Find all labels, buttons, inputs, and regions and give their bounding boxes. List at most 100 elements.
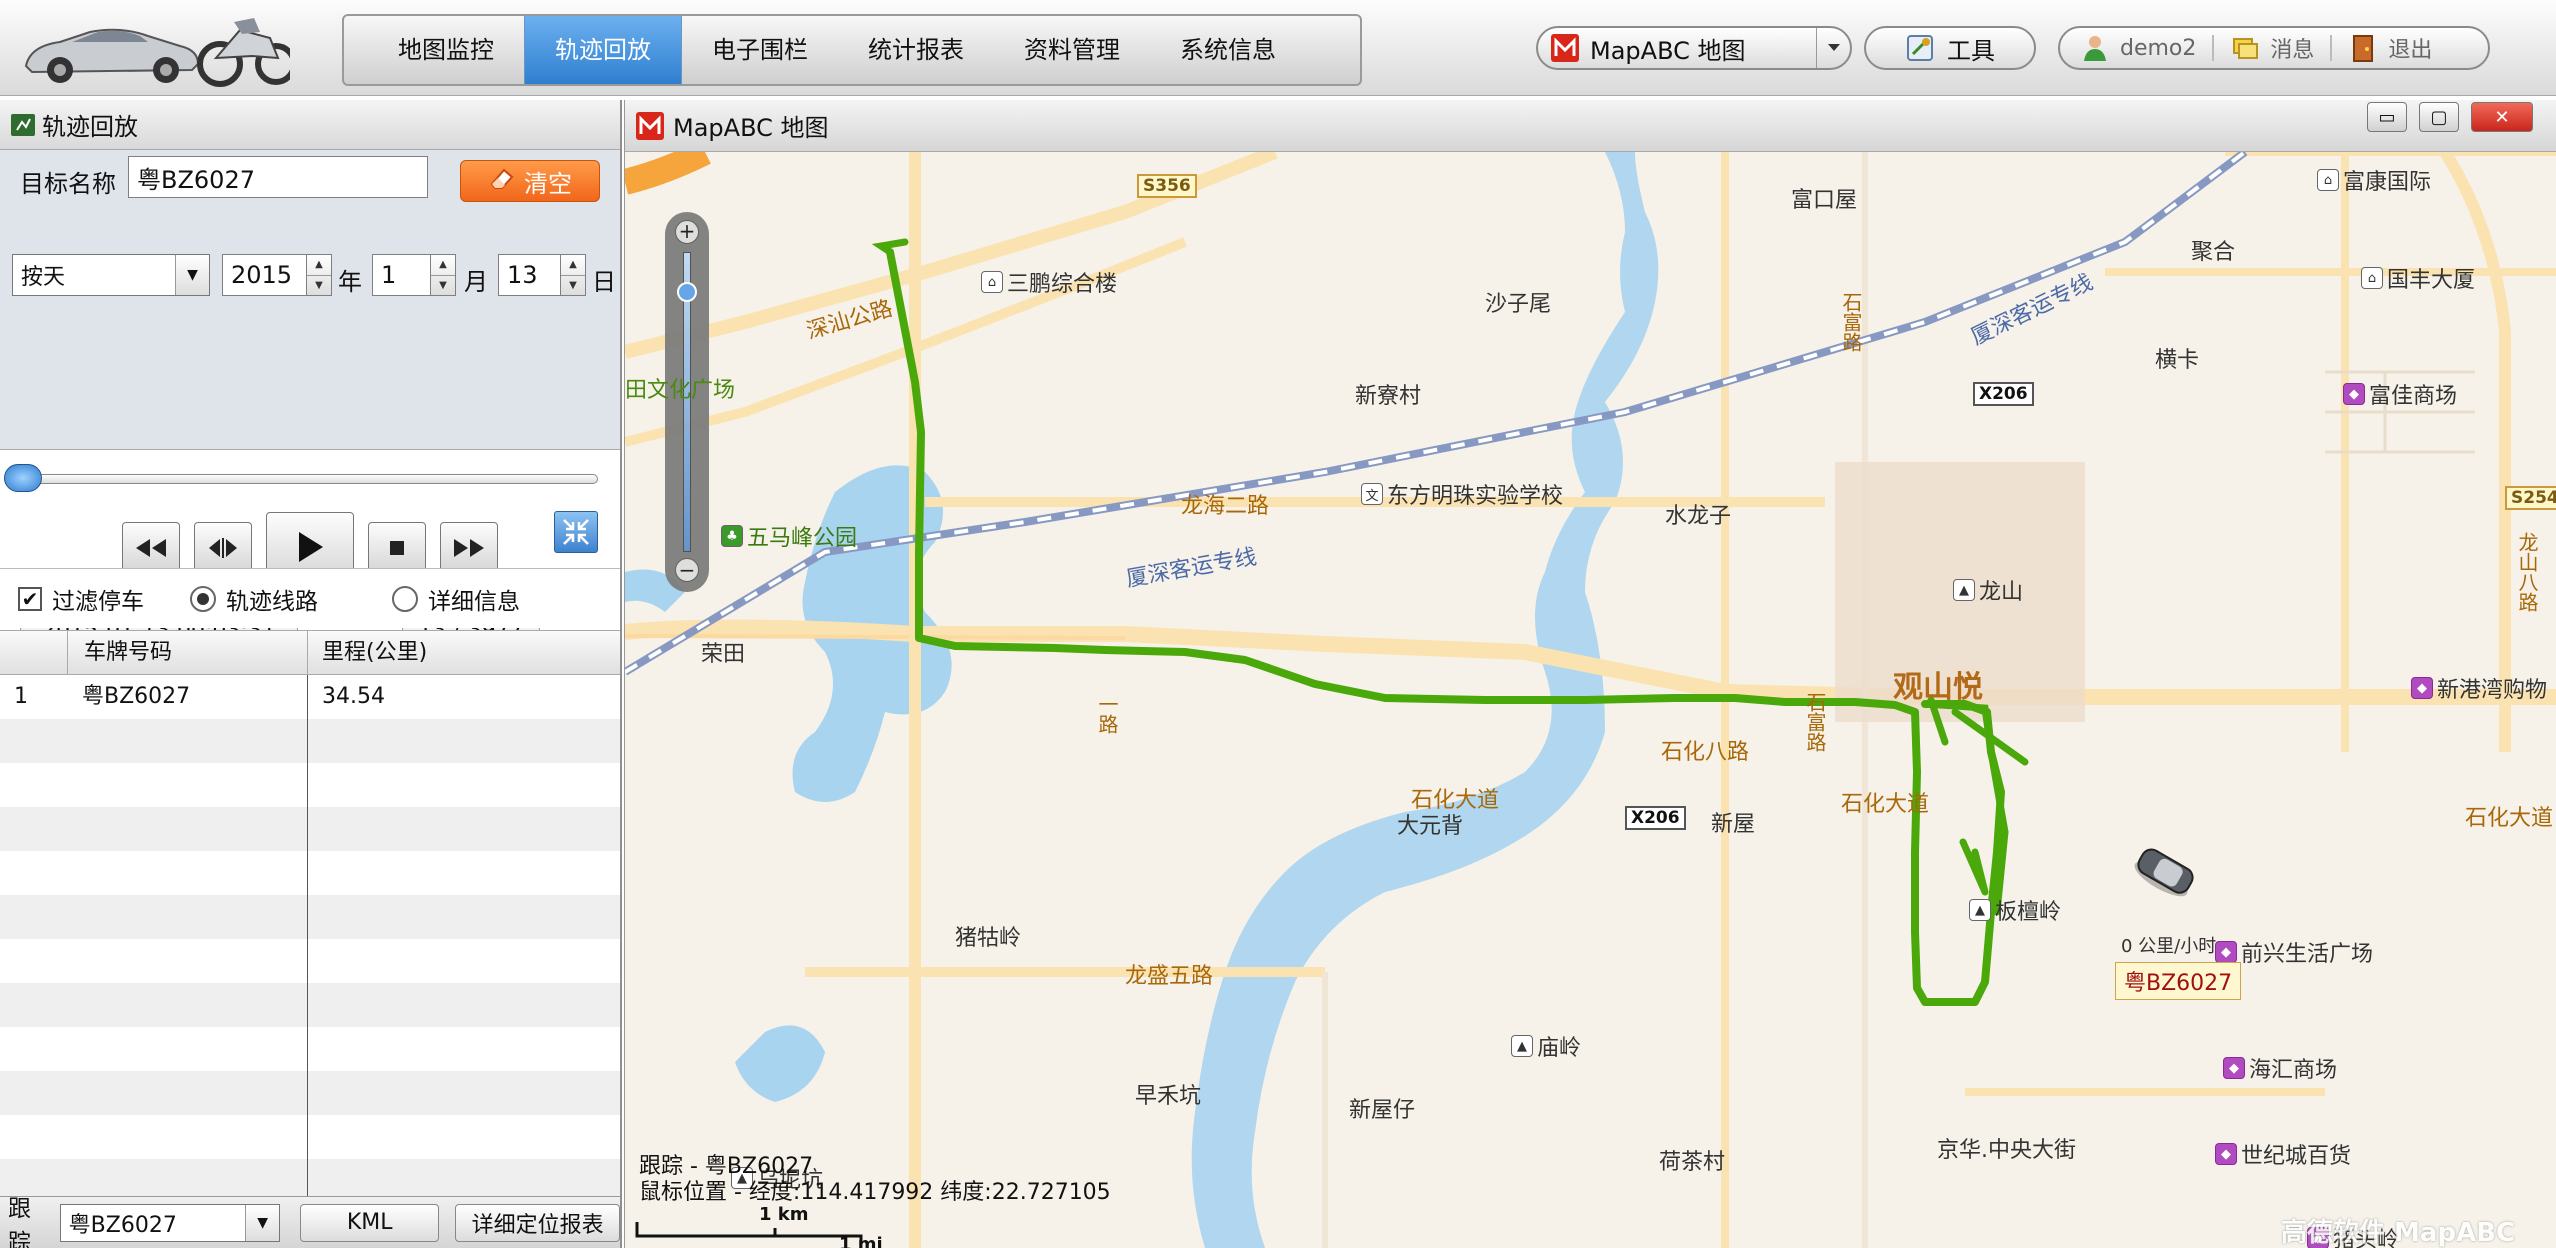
play-icon xyxy=(299,532,323,562)
chevron-down-icon[interactable] xyxy=(1816,28,1850,68)
chevron-down-icon[interactable]: ▼ xyxy=(175,255,209,295)
step-button[interactable] xyxy=(194,522,252,574)
messages-link[interactable]: 消息 xyxy=(2270,32,2314,64)
panel-footer: 跟踪 粤BZ6027 ▼ KML 详细定位报表 xyxy=(0,1196,620,1248)
vehicle-marker-icon[interactable] xyxy=(2130,845,2198,903)
month-spinner[interactable]: 1 ▲ ▼ xyxy=(372,254,456,296)
nav-system-info[interactable]: 系统信息 xyxy=(1150,16,1306,84)
playback-panel: 轨迹回放 目标名称 粤BZ6027 按天 ▼ 2015 ▲ ▼ 年 1 ▲ ▼ 月 … xyxy=(0,100,622,1248)
poi-mountain-icon: ▲ xyxy=(1953,579,1975,601)
year-value[interactable]: 2015 xyxy=(222,254,306,296)
spin-down-icon[interactable]: ▼ xyxy=(561,274,585,296)
map-label-place: 新屋 xyxy=(1711,812,1756,837)
spin-down-icon[interactable]: ▼ xyxy=(431,274,455,296)
map-poi[interactable]: ⌂ 国丰大厦 xyxy=(2361,262,2475,294)
poi-shopping-icon: ◆ xyxy=(2411,677,2433,699)
logout-link[interactable]: 退出 xyxy=(2388,32,2432,64)
zoom-in-icon[interactable]: + xyxy=(675,220,699,244)
vehicle-table: 车牌号码 里程(公里) 1 粤BZ6027 34.54 xyxy=(0,630,620,1248)
close-icon: ✕ xyxy=(2494,106,2510,128)
spin-up-icon[interactable]: ▲ xyxy=(307,255,331,275)
view-detail-label: 详细信息 xyxy=(428,588,520,615)
map-poi[interactable]: ▲ 龙山 xyxy=(1953,574,2023,606)
map-canvas[interactable]: + − 富口屋 沙子尾 新寮村 深汕公路 龙海二路 厦深客运专线 厦深客运专线 … xyxy=(625,152,2556,1248)
target-name-input[interactable]: 粤BZ6027 xyxy=(128,156,428,198)
scale-bar: 1 km 1 mi xyxy=(635,1204,895,1248)
map-poi[interactable]: ⌂ 富康国际 xyxy=(2317,164,2431,196)
table-row-empty xyxy=(0,763,620,807)
map-poi[interactable]: ◆ 世纪城百货 xyxy=(2215,1138,2351,1170)
zoom-slider-thumb[interactable] xyxy=(677,282,697,302)
map-label-place: 田文化广场 xyxy=(625,378,736,403)
nav-data-management[interactable]: 资料管理 xyxy=(994,16,1150,84)
map-label-road: 石化大道 xyxy=(1841,792,1930,817)
poi-park-icon: ♣ xyxy=(721,525,743,547)
poi-building-icon: ⌂ xyxy=(2317,169,2339,191)
playback-progress-track[interactable] xyxy=(10,474,598,484)
map-source-select[interactable]: MapABC 地图 xyxy=(1536,26,1852,70)
nav-map-monitor[interactable]: 地图监控 xyxy=(368,16,524,84)
poi-label: 龙山 xyxy=(1979,580,2024,605)
map-poi[interactable]: ◆ 海汇商场 xyxy=(2223,1052,2337,1084)
vehicle-label[interactable]: 粤BZ6027 xyxy=(2115,962,2242,1000)
road-shield: X206 xyxy=(1625,806,1686,830)
period-select[interactable]: 按天 ▼ xyxy=(12,254,210,296)
rewind-button[interactable] xyxy=(122,522,180,574)
nav-track-playback[interactable]: 轨迹回放 xyxy=(524,16,682,84)
spin-up-icon[interactable]: ▲ xyxy=(561,255,585,275)
clear-button[interactable]: 清空 xyxy=(460,160,600,202)
spin-down-icon[interactable]: ▼ xyxy=(307,274,331,296)
stop-button[interactable] xyxy=(368,522,426,574)
username[interactable]: demo2 xyxy=(2120,36,2196,61)
month-value[interactable]: 1 xyxy=(372,254,430,296)
day-value[interactable]: 13 xyxy=(498,254,560,296)
kml-button[interactable]: KML xyxy=(300,1203,440,1242)
playback-progress-thumb[interactable] xyxy=(3,464,42,492)
collapse-arrows-icon xyxy=(563,519,589,545)
year-spinner[interactable]: 2015 ▲ ▼ xyxy=(222,254,332,296)
fit-route-button[interactable] xyxy=(554,511,598,553)
view-route-radio[interactable] xyxy=(190,585,216,612)
map-poi[interactable]: ⌂ 三鹏综合楼 xyxy=(981,266,1117,298)
main-nav: 地图监控 轨迹回放 电子围栏 统计报表 资料管理 系统信息 xyxy=(342,14,1362,86)
year-unit: 年 xyxy=(338,268,362,296)
track-target-select[interactable]: 粤BZ6027 ▼ xyxy=(59,1203,281,1242)
table-row-empty xyxy=(0,719,620,763)
route-segment xyxy=(1959,838,1989,896)
chevron-down-icon[interactable]: ▼ xyxy=(245,1204,280,1241)
column-header-mileage[interactable]: 里程(公里) xyxy=(308,631,620,675)
panel-title: 轨迹回放 xyxy=(42,113,138,141)
tools-icon xyxy=(1905,33,1935,63)
table-row-empty xyxy=(0,851,620,895)
minimize-button[interactable]: ▭ xyxy=(2367,102,2407,132)
column-header-plate[interactable]: 车牌号码 xyxy=(68,631,308,675)
row-plate: 粤BZ6027 xyxy=(68,675,308,719)
map-poi[interactable]: ▲ 板檀岭 xyxy=(1969,894,2061,926)
detail-report-button[interactable]: 详细定位报表 xyxy=(455,1203,620,1242)
logout-door-icon xyxy=(2348,33,2378,63)
close-button[interactable]: ✕ xyxy=(2471,102,2533,132)
map-label-place: 聚合 xyxy=(2191,240,2236,265)
filter-stop-checkbox[interactable]: ✔ xyxy=(18,586,42,611)
eraser-icon xyxy=(488,166,516,196)
tools-button[interactable]: 工具 xyxy=(1864,26,2036,70)
map-poi[interactable]: ◆ 富佳商场 xyxy=(2343,378,2457,410)
minimize-icon: ▭ xyxy=(2378,106,2396,128)
view-detail-radio[interactable] xyxy=(392,585,418,612)
road-shield: X206 xyxy=(1973,382,2034,406)
map-poi[interactable]: ▲ 庙岭 xyxy=(1511,1030,1581,1062)
map-label-road: 石化大道 xyxy=(1411,788,1500,813)
spin-up-icon[interactable]: ▲ xyxy=(431,255,455,275)
nav-geofence[interactable]: 电子围栏 xyxy=(682,16,838,84)
map-poi[interactable]: ♣ 五马峰公园 xyxy=(721,520,857,552)
tracking-text: 跟踪 - 粤BZ6027 xyxy=(639,1154,814,1179)
table-row[interactable]: 1 粤BZ6027 34.54 xyxy=(0,675,620,719)
nav-statistics[interactable]: 统计报表 xyxy=(838,16,994,84)
map-poi[interactable]: ◆ 新港湾购物 xyxy=(2411,672,2547,704)
maximize-button[interactable]: ▢ xyxy=(2419,102,2459,132)
day-spinner[interactable]: 13 ▲ ▼ xyxy=(498,254,586,296)
track-label: 跟踪 xyxy=(8,1195,31,1248)
zoom-out-icon[interactable]: − xyxy=(675,558,699,582)
fast-forward-button[interactable] xyxy=(440,522,498,574)
map-poi[interactable]: 文东方明珠实验学校 xyxy=(1361,478,1563,510)
